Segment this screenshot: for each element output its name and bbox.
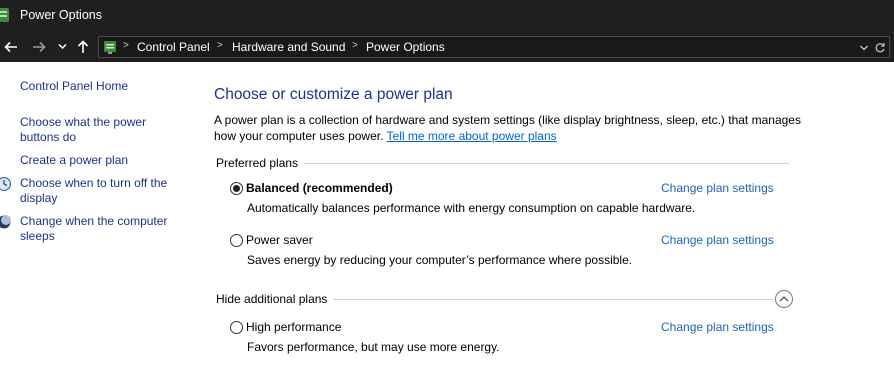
breadcrumb-hardware-and-sound[interactable]: Hardware and Sound [232,40,345,54]
power-buttons-link[interactable]: Choose what the power buttons do [20,115,170,145]
clock-monitor-icon [0,176,12,192]
forward-arrow-icon [33,41,46,53]
hide-additional-plans-label[interactable]: Hide additional plans [216,292,334,306]
breadcrumb-separator: > [123,40,129,51]
refresh-button[interactable] [873,39,887,57]
window-title: Power Options [20,8,102,22]
breadcrumb-control-panel[interactable]: Control Panel [137,40,210,54]
high-performance-radio[interactable] [230,321,243,334]
high-performance-plan-name[interactable]: High performance [246,320,341,334]
computer-sleeps-link[interactable]: Change when the computer sleeps [20,214,180,244]
power-saver-change-settings-link[interactable]: Change plan settings [661,233,774,247]
chevron-down-icon [57,43,67,50]
balanced-plan-description: Automatically balances performance with … [247,201,696,215]
back-button[interactable] [2,38,20,56]
chevron-down-icon [860,45,868,51]
balanced-change-settings-link[interactable]: Change plan settings [661,181,774,195]
power-options-icon [0,8,9,22]
breadcrumb-separator: > [352,40,358,51]
high-performance-change-settings-link[interactable]: Change plan settings [661,320,774,334]
preferred-plans-label: Preferred plans [216,156,305,170]
title-bar: Power Options [0,0,894,32]
high-performance-plan-description: Favors performance, but may use more ene… [247,340,500,354]
power-saver-plan-name[interactable]: Power saver [246,233,313,247]
balanced-plan-name[interactable]: Balanced (recommended) [246,181,393,195]
address-bar[interactable]: > Control Panel > Hardware and Sound > P… [98,36,890,58]
moon-icon [0,215,11,229]
navigation-bar: > Control Panel > Hardware and Sound > P… [0,32,894,62]
power-saver-radio[interactable] [230,234,243,247]
balanced-radio[interactable] [230,182,243,195]
control-panel-home-link[interactable]: Control Panel Home [20,79,180,94]
back-arrow-icon [4,41,17,53]
refresh-icon [875,43,885,53]
address-history-button[interactable] [857,40,871,56]
up-arrow-icon [77,40,89,53]
collapse-additional-plans-button[interactable] [775,290,793,308]
power-plans-help-link[interactable]: Tell me more about power plans [387,129,557,143]
page-title: Choose or customize a power plan [214,86,453,103]
control-panel-icon [104,41,116,54]
chevron-up-icon [779,296,789,302]
breadcrumb-separator: > [217,40,223,51]
forward-button[interactable] [30,38,48,56]
power-saver-plan-description: Saves energy by reducing your computer’s… [247,253,633,267]
recent-locations-button[interactable] [56,38,68,56]
turn-off-display-link[interactable]: Choose when to turn off the display [20,176,180,206]
intro-text: A power plan is a collection of hardware… [214,112,804,144]
create-power-plan-link[interactable]: Create a power plan [20,153,180,168]
breadcrumb-power-options[interactable]: Power Options [366,40,445,54]
up-button[interactable] [74,38,92,56]
